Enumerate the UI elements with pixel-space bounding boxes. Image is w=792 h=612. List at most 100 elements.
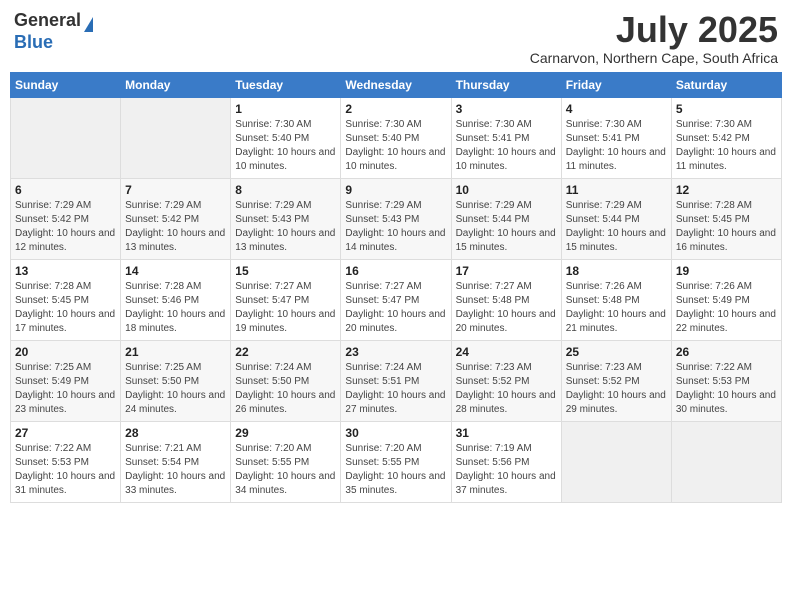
day-number: 29 — [235, 426, 336, 440]
day-number: 28 — [125, 426, 226, 440]
calendar-cell: 15 Sunrise: 7:27 AMSunset: 5:47 PMDayligh… — [231, 259, 341, 340]
day-number: 12 — [676, 183, 777, 197]
day-number: 1 — [235, 102, 336, 116]
calendar-cell: 27 Sunrise: 7:22 AMSunset: 5:53 PMDayligh… — [11, 421, 121, 502]
day-number: 5 — [676, 102, 777, 116]
day-info: Sunrise: 7:29 AMSunset: 5:42 PMDaylight:… — [125, 199, 226, 255]
day-info: Sunrise: 7:23 AMSunset: 5:52 PMDaylight:… — [456, 361, 557, 417]
day-info: Sunrise: 7:27 AMSunset: 5:48 PMDaylight:… — [456, 280, 557, 336]
day-info: Sunrise: 7:22 AMSunset: 5:53 PMDaylight:… — [676, 361, 777, 417]
calendar-cell: 12 Sunrise: 7:28 AMSunset: 5:45 PMDayligh… — [671, 178, 781, 259]
calendar-week-5: 27 Sunrise: 7:22 AMSunset: 5:53 PMDayligh… — [11, 421, 782, 502]
calendar-cell: 7 Sunrise: 7:29 AMSunset: 5:42 PMDaylight… — [121, 178, 231, 259]
calendar-cell — [671, 421, 781, 502]
day-number: 8 — [235, 183, 336, 197]
day-number: 19 — [676, 264, 777, 278]
calendar-cell: 4 Sunrise: 7:30 AMSunset: 5:41 PMDaylight… — [561, 97, 671, 178]
calendar-cell: 5 Sunrise: 7:30 AMSunset: 5:42 PMDaylight… — [671, 97, 781, 178]
day-info: Sunrise: 7:30 AMSunset: 5:40 PMDaylight:… — [235, 118, 336, 174]
day-info: Sunrise: 7:19 AMSunset: 5:56 PMDaylight:… — [456, 442, 557, 498]
location-subtitle: Carnarvon, Northern Cape, South Africa — [530, 50, 778, 66]
col-header-tuesday: Tuesday — [231, 72, 341, 97]
calendar-cell: 1 Sunrise: 7:30 AMSunset: 5:40 PMDaylight… — [231, 97, 341, 178]
day-number: 18 — [566, 264, 667, 278]
calendar-cell — [561, 421, 671, 502]
calendar-cell: 6Sunrise: 7:29 AMSunset: 5:42 PMDaylight… — [11, 178, 121, 259]
calendar-cell: 25 Sunrise: 7:23 AMSunset: 5:52 PMDayligh… — [561, 340, 671, 421]
day-info: Sunrise: 7:28 AMSunset: 5:46 PMDaylight:… — [125, 280, 226, 336]
day-info: Sunrise: 7:29 AMSunset: 5:44 PMDaylight:… — [456, 199, 557, 255]
day-info: Sunrise: 7:29 AMSunset: 5:42 PMDaylight:… — [15, 199, 116, 255]
calendar-cell: 26 Sunrise: 7:22 AMSunset: 5:53 PMDayligh… — [671, 340, 781, 421]
day-info: Sunrise: 7:21 AMSunset: 5:54 PMDaylight:… — [125, 442, 226, 498]
day-info: Sunrise: 7:25 AMSunset: 5:50 PMDaylight:… — [125, 361, 226, 417]
day-number: 10 — [456, 183, 557, 197]
col-header-wednesday: Wednesday — [341, 72, 451, 97]
calendar-cell: 2 Sunrise: 7:30 AMSunset: 5:40 PMDaylight… — [341, 97, 451, 178]
day-info: Sunrise: 7:23 AMSunset: 5:52 PMDaylight:… — [566, 361, 667, 417]
calendar-cell: 22 Sunrise: 7:24 AMSunset: 5:50 PMDayligh… — [231, 340, 341, 421]
day-number: 2 — [345, 102, 446, 116]
logo: General Blue — [14, 10, 93, 53]
day-number: 31 — [456, 426, 557, 440]
calendar-cell — [11, 97, 121, 178]
day-number: 23 — [345, 345, 446, 359]
day-number: 25 — [566, 345, 667, 359]
day-info: Sunrise: 7:28 AMSunset: 5:45 PMDaylight:… — [676, 199, 777, 255]
calendar-cell: 23 Sunrise: 7:24 AMSunset: 5:51 PMDayligh… — [341, 340, 451, 421]
col-header-sunday: Sunday — [11, 72, 121, 97]
col-header-friday: Friday — [561, 72, 671, 97]
calendar-cell: 14Sunrise: 7:28 AMSunset: 5:46 PMDayligh… — [121, 259, 231, 340]
day-info: Sunrise: 7:29 AMSunset: 5:43 PMDaylight:… — [345, 199, 446, 255]
day-number: 21 — [125, 345, 226, 359]
calendar-cell: 31 Sunrise: 7:19 AMSunset: 5:56 PMDayligh… — [451, 421, 561, 502]
day-number: 20 — [15, 345, 116, 359]
day-number: 7 — [125, 183, 226, 197]
day-number: 22 — [235, 345, 336, 359]
calendar-week-3: 13Sunrise: 7:28 AMSunset: 5:45 PMDayligh… — [11, 259, 782, 340]
calendar-cell: 24 Sunrise: 7:23 AMSunset: 5:52 PMDayligh… — [451, 340, 561, 421]
calendar-table: SundayMondayTuesdayWednesdayThursdayFrid… — [10, 72, 782, 503]
logo-general: General — [14, 10, 93, 32]
day-info: Sunrise: 7:25 AMSunset: 5:49 PMDaylight:… — [15, 361, 116, 417]
day-number: 13 — [15, 264, 116, 278]
day-info: Sunrise: 7:26 AMSunset: 5:48 PMDaylight:… — [566, 280, 667, 336]
day-info: Sunrise: 7:20 AMSunset: 5:55 PMDaylight:… — [235, 442, 336, 498]
day-info: Sunrise: 7:27 AMSunset: 5:47 PMDaylight:… — [345, 280, 446, 336]
page-header: General Blue July 2025 Carnarvon, Northe… — [10, 10, 782, 66]
day-info: Sunrise: 7:24 AMSunset: 5:50 PMDaylight:… — [235, 361, 336, 417]
day-number: 4 — [566, 102, 667, 116]
calendar-week-1: 1 Sunrise: 7:30 AMSunset: 5:40 PMDaylight… — [11, 97, 782, 178]
title-block: July 2025 Carnarvon, Northern Cape, Sout… — [530, 10, 778, 66]
month-title: July 2025 — [530, 10, 778, 50]
calendar-cell: 17Sunrise: 7:27 AMSunset: 5:48 PMDayligh… — [451, 259, 561, 340]
day-number: 26 — [676, 345, 777, 359]
day-number: 15 — [235, 264, 336, 278]
day-number: 24 — [456, 345, 557, 359]
day-info: Sunrise: 7:29 AMSunset: 5:44 PMDaylight:… — [566, 199, 667, 255]
day-number: 9 — [345, 183, 446, 197]
day-info: Sunrise: 7:30 AMSunset: 5:41 PMDaylight:… — [566, 118, 667, 174]
day-info: Sunrise: 7:27 AMSunset: 5:47 PMDaylight:… — [235, 280, 336, 336]
day-info: Sunrise: 7:22 AMSunset: 5:53 PMDaylight:… — [15, 442, 116, 498]
day-info: Sunrise: 7:30 AMSunset: 5:41 PMDaylight:… — [456, 118, 557, 174]
calendar-cell: 10 Sunrise: 7:29 AMSunset: 5:44 PMDayligh… — [451, 178, 561, 259]
day-number: 30 — [345, 426, 446, 440]
col-header-saturday: Saturday — [671, 72, 781, 97]
day-info: Sunrise: 7:24 AMSunset: 5:51 PMDaylight:… — [345, 361, 446, 417]
calendar-cell: 18 Sunrise: 7:26 AMSunset: 5:48 PMDayligh… — [561, 259, 671, 340]
col-header-thursday: Thursday — [451, 72, 561, 97]
day-info: Sunrise: 7:30 AMSunset: 5:40 PMDaylight:… — [345, 118, 446, 174]
day-number: 16 — [345, 264, 446, 278]
day-number: 11 — [566, 183, 667, 197]
day-info: Sunrise: 7:30 AMSunset: 5:42 PMDaylight:… — [676, 118, 777, 174]
calendar-cell: 20 Sunrise: 7:25 AMSunset: 5:49 PMDayligh… — [11, 340, 121, 421]
day-number: 27 — [15, 426, 116, 440]
logo-blue: Blue — [14, 32, 53, 54]
calendar-header-row: SundayMondayTuesdayWednesdayThursdayFrid… — [11, 72, 782, 97]
day-info: Sunrise: 7:29 AMSunset: 5:43 PMDaylight:… — [235, 199, 336, 255]
day-info: Sunrise: 7:20 AMSunset: 5:55 PMDaylight:… — [345, 442, 446, 498]
col-header-monday: Monday — [121, 72, 231, 97]
calendar-cell: 29 Sunrise: 7:20 AMSunset: 5:55 PMDayligh… — [231, 421, 341, 502]
calendar-cell: 9 Sunrise: 7:29 AMSunset: 5:43 PMDaylight… — [341, 178, 451, 259]
